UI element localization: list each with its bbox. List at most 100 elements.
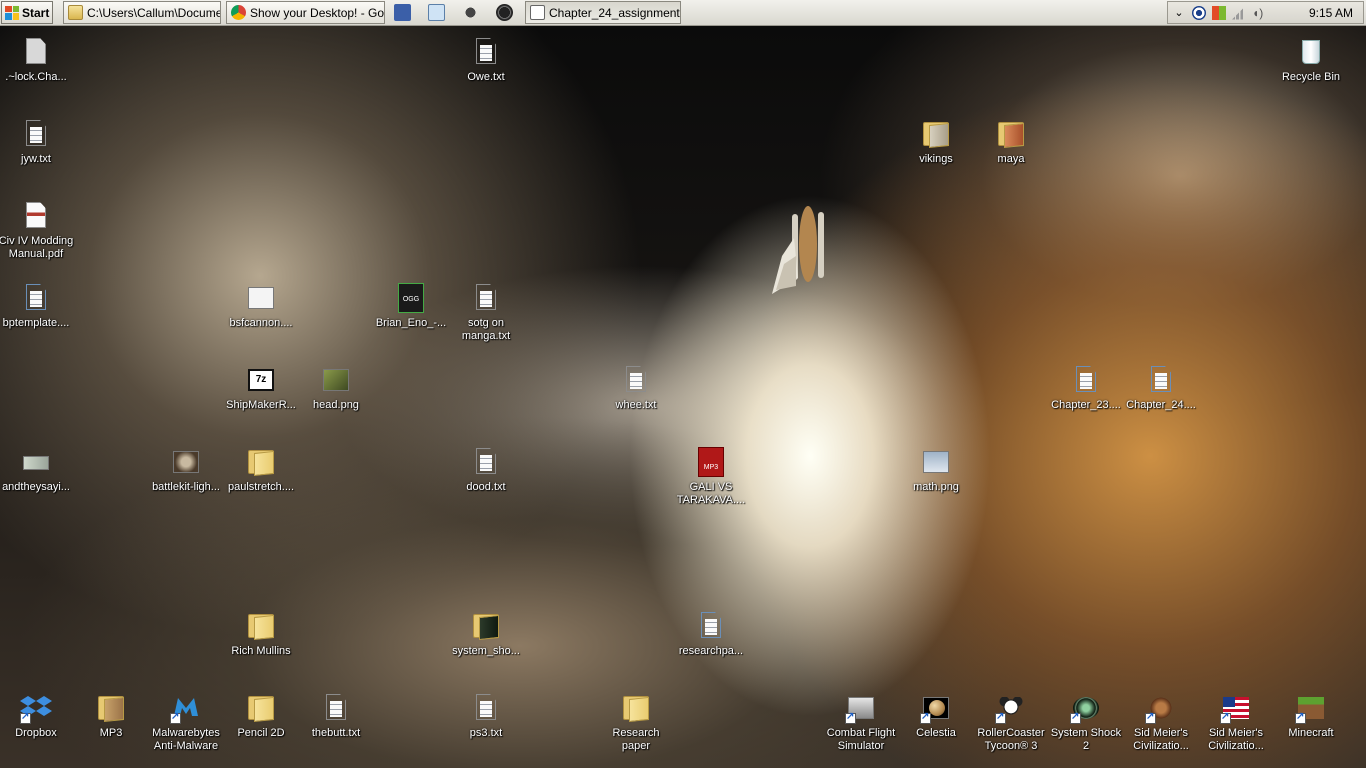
icon-label: Dropbox: [15, 727, 57, 739]
icon-label: ShipMakerR...: [226, 399, 296, 411]
mp3-audio-icon: MP3: [695, 446, 727, 478]
alienware-icon[interactable]: [462, 4, 479, 21]
eye-icon[interactable]: [1192, 5, 1206, 20]
desktop-icon-chapter23[interactable]: Chapter_23....: [1048, 364, 1124, 412]
text-file-icon: [470, 282, 502, 314]
icon-label: Sid Meier's Civilizatio...: [1208, 727, 1264, 752]
icon-label: System Shock 2: [1050, 727, 1122, 752]
desktop-icon-rich-mullins[interactable]: Rich Mullins: [223, 610, 299, 658]
desktop-icon-civilization-1[interactable]: Sid Meier's Civilizatio...: [1123, 692, 1199, 753]
icon-label: GALI VS TARAKAVA....: [676, 481, 746, 506]
recycle-bin-icon: [1295, 36, 1327, 68]
taskbar-window-chrome[interactable]: Show your Desktop! - Go...: [226, 1, 385, 24]
desktop-icon-dropbox[interactable]: Dropbox: [0, 692, 74, 740]
desktop-icon-sotg-txt[interactable]: sotg on manga.txt: [448, 282, 524, 343]
windows-flag-icon[interactable]: [1212, 5, 1226, 20]
document-file-icon: [695, 610, 727, 642]
folder-icon: [620, 692, 652, 724]
desktop-icon-chapter24[interactable]: Chapter_24....: [1123, 364, 1199, 412]
text-file-icon: [620, 364, 652, 396]
notepad-icon[interactable]: [428, 4, 445, 21]
desktop-icon-paulstretch[interactable]: paulstretch....: [223, 446, 299, 494]
text-file-icon: [470, 692, 502, 724]
desktop-icon-maya[interactable]: maya: [973, 118, 1049, 166]
chevron-icon[interactable]: ⌄: [1172, 6, 1186, 20]
desktop-icon-minecraft[interactable]: Minecraft: [1273, 692, 1349, 740]
desktop-icon-civ-pdf[interactable]: Civ IV Modding Manual.pdf: [0, 200, 74, 261]
clock[interactable]: 9:15 AM: [1309, 6, 1353, 20]
desktop-icon-pencil2d[interactable]: Pencil 2D: [223, 692, 299, 740]
steam-icon[interactable]: [496, 4, 513, 21]
icon-label: andtheysayi...: [2, 481, 70, 493]
desktop-icon-lock-file[interactable]: .~lock.Cha...: [0, 36, 74, 84]
document-file-icon: [1070, 364, 1102, 396]
icon-label: Rich Mullins: [231, 645, 291, 657]
desktop-icon-vikings[interactable]: vikings: [898, 118, 974, 166]
folder-icon: [470, 610, 502, 642]
icon-label: Malwarebytes Anti-Malware: [152, 727, 220, 752]
icon-label: Recycle Bin: [1281, 71, 1341, 83]
signal-icon[interactable]: [1232, 5, 1246, 20]
desktop-icon-rollercoaster-tycoon[interactable]: RollerCoaster Tycoon® 3: [973, 692, 1049, 753]
word-icon[interactable]: [394, 4, 411, 21]
desktop-icon-gali-mp3[interactable]: MP3 GALI VS TARAKAVA....: [673, 446, 749, 507]
desktop-icon-math-png[interactable]: math.png: [898, 446, 974, 494]
desktop-icon-andtheysayi[interactable]: andtheysayi...: [0, 446, 74, 494]
pdf-file-icon: [20, 200, 52, 232]
desktop-icon-owe-txt[interactable]: Owe.txt: [448, 36, 524, 84]
desktop-icon-malwarebytes[interactable]: Malwarebytes Anti-Malware: [148, 692, 224, 753]
image-file-icon: [170, 446, 202, 478]
desktop-icon-battlekit[interactable]: battlekit-ligh...: [148, 446, 224, 494]
desktop-icon-research-paper[interactable]: Research paper: [598, 692, 674, 753]
dropbox-icon: [20, 692, 52, 724]
desktop-icon-bsfcannon[interactable]: bsfcannon....: [223, 282, 299, 330]
icon-label: jyw.txt: [21, 153, 51, 165]
desktop-icon-thebutt-txt[interactable]: thebutt.txt: [298, 692, 374, 740]
desktop-icon-jyw-txt[interactable]: jyw.txt: [0, 118, 74, 166]
desktop-icon-dood-txt[interactable]: dood.txt: [448, 446, 524, 494]
grass-block-icon: [1295, 692, 1327, 724]
icon-label: Chapter_23....: [1051, 399, 1121, 411]
system-tray: ⌄ ◖) 9:15 AM: [1167, 1, 1364, 24]
document-file-icon: [20, 282, 52, 314]
desktop-icon-civilization-2[interactable]: Sid Meier's Civilizatio...: [1198, 692, 1274, 753]
start-button[interactable]: Start: [1, 1, 53, 24]
taskbar-window-label: C:\Users\Callum\Docume...: [87, 5, 221, 20]
icon-label: RollerCoaster Tycoon® 3: [977, 727, 1045, 752]
image-file-icon: [920, 446, 952, 478]
space-shuttle-wallpaper: [772, 206, 824, 294]
volume-icon[interactable]: ◖): [1252, 6, 1266, 20]
folder-icon: [245, 446, 277, 478]
flag-icon: [1220, 692, 1252, 724]
desktop-icon-ps3-txt[interactable]: ps3.txt: [448, 692, 524, 740]
7z-archive-icon: 7z: [245, 364, 277, 396]
desktop-icon-brian-eno[interactable]: OGG Brian_Eno_-...: [373, 282, 449, 330]
desktop-icon-researchpa[interactable]: researchpa...: [673, 610, 749, 658]
malwarebytes-icon: [170, 692, 202, 724]
icon-label: ps3.txt: [469, 727, 503, 739]
desktop-icon-recycle-bin[interactable]: Recycle Bin: [1273, 36, 1349, 84]
icon-label: Owe.txt: [467, 71, 505, 83]
desktop-icon-shipmaker[interactable]: 7z ShipMakerR...: [223, 364, 299, 412]
system-shock-icon: [1070, 692, 1102, 724]
desktop-icon-system-shock-folder[interactable]: system_sho...: [448, 610, 524, 658]
file-icon: [20, 36, 52, 68]
desktop-icon-mp3-folder[interactable]: MP3: [73, 692, 149, 740]
icon-label: maya: [997, 153, 1025, 165]
desktop-icon-whee-txt[interactable]: whee.txt: [598, 364, 674, 412]
desktop-icon-celestia[interactable]: Celestia: [898, 692, 974, 740]
desktop-icon-bptemplate[interactable]: bptemplate....: [0, 282, 74, 330]
taskbar-window-explorer[interactable]: C:\Users\Callum\Docume...: [63, 1, 221, 24]
text-file-icon: [20, 118, 52, 150]
icon-label: math.png: [913, 481, 959, 493]
icon-label: whee.txt: [615, 399, 657, 411]
icon-label: thebutt.txt: [311, 727, 361, 739]
taskbar-window-chapter24[interactable]: Chapter_24_assignment...: [525, 1, 681, 24]
icon-label: paulstretch....: [227, 481, 295, 493]
desktop-icon-system-shock-2[interactable]: System Shock 2: [1048, 692, 1124, 753]
desktop-icon-combat-flight-sim[interactable]: Combat Flight Simulator: [823, 692, 899, 753]
icon-label: vikings: [919, 153, 953, 165]
icon-label: Research paper: [612, 727, 660, 752]
image-file-icon: [20, 446, 52, 478]
desktop-icon-head-png[interactable]: head.png: [298, 364, 374, 412]
